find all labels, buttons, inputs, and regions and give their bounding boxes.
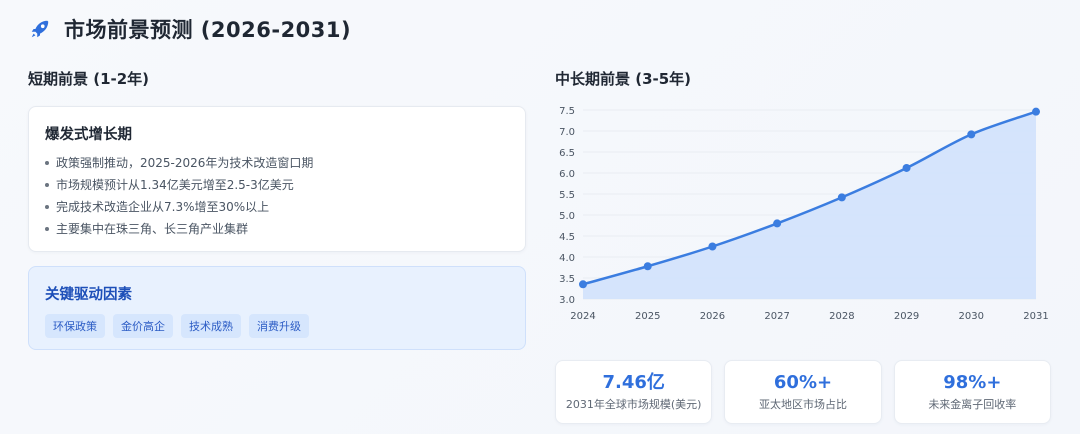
list-item: 市场规模预计从1.34亿美元增至2.5-3亿美元 (45, 174, 509, 196)
stat-card-apac-share: 60%+ 亚太地区市场占比 (724, 360, 882, 424)
long-term-section: 中长期前景 (3-5年) 3.0 3.5 4.0 4.5 5.0 5.5 6.0 6.5 7.0… (555, 66, 1051, 344)
driver-tag: 环保政策 (45, 314, 105, 338)
driver-tag: 金价高企 (113, 314, 173, 338)
short-term-section: 短期前景 (1-2年) 爆发式增长期 政策强制推动，2025-2026年为技术改… (28, 66, 526, 350)
list-item: 完成技术改造企业从7.3%增至30%以上 (45, 196, 509, 218)
x-tick-label: 2027 (764, 311, 789, 322)
x-tick-label: 2025 (635, 311, 660, 322)
x-tick-label: 2031 (1023, 311, 1048, 322)
y-tick-label: 3.0 (559, 295, 575, 306)
growth-card: 爆发式增长期 政策强制推动，2025-2026年为技术改造窗口期 市场规模预计从… (28, 106, 526, 252)
list-item: 政策强制推动，2025-2026年为技术改造窗口期 (45, 152, 509, 174)
x-tick-label: 2028 (829, 311, 854, 322)
data-point (643, 262, 652, 271)
stat-card-recovery-rate: 98%+ 未来金离子回收率 (893, 360, 1051, 424)
driver-tag: 消费升级 (249, 314, 309, 338)
data-point (708, 242, 717, 251)
y-tick-label: 3.5 (559, 274, 575, 285)
data-point (837, 193, 846, 202)
data-point (579, 280, 587, 289)
data-point (967, 130, 976, 139)
short-term-title: 短期前景 (1-2年) (28, 70, 150, 88)
data-point (902, 163, 911, 172)
list-item: 主要集中在珠三角、长三角产业集群 (45, 218, 509, 240)
growth-bullet-list: 政策强制推动，2025-2026年为技术改造窗口期 市场规模预计从1.34亿美元… (45, 152, 509, 240)
long-term-title: 中长期前景 (3-5年) (555, 70, 692, 88)
bullet-dot-icon (45, 183, 49, 187)
y-tick-label: 5.0 (559, 211, 575, 222)
bullet-dot-icon (45, 205, 49, 209)
series-area (583, 111, 1036, 300)
y-tick-label: 5.5 (559, 190, 575, 201)
data-point (1032, 107, 1040, 116)
y-tick-label: 7.5 (559, 106, 575, 117)
stat-value: 60%+ (773, 372, 833, 393)
y-tick-label: 4.0 (559, 253, 575, 264)
chart-svg: 3.0 3.5 4.0 4.5 5.0 5.5 6.0 6.5 7.0 7.5 2024 2025 20… (559, 106, 1049, 322)
stat-card-market-size: 7.46亿 2031年全球市场规模(美元) (555, 360, 713, 424)
stat-label: 未来金离子回收率 (928, 398, 1017, 411)
stat-label: 2031年全球市场规模(美元) (565, 398, 702, 411)
bullet-dot-icon (45, 227, 49, 231)
x-tick-label: 2024 (570, 311, 595, 322)
y-tick-label: 6.0 (559, 169, 575, 180)
driver-tag-list: 环保政策 金价高企 技术成熟 消费升级 (45, 314, 509, 338)
y-tick-label: 7.0 (559, 127, 575, 138)
y-tick-label: 4.5 (559, 232, 575, 243)
drivers-card-title: 关键驱动因素 (45, 287, 132, 303)
page-header: 市场前景预测 (2026-2031) (28, 14, 351, 44)
x-tick-label: 2029 (894, 311, 919, 322)
market-forecast-chart: 3.0 3.5 4.0 4.5 5.0 5.5 6.0 6.5 7.0 7.5 2024 2025 20… (555, 104, 1051, 344)
stat-value: 7.46亿 (602, 372, 665, 393)
stat-value: 98%+ (943, 372, 1002, 393)
data-point (773, 219, 782, 228)
drivers-card: 关键驱动因素 环保政策 金价高企 技术成熟 消费升级 (28, 266, 526, 350)
stats-row: 7.46亿 2031年全球市场规模(美元) 60%+ 亚太地区市场占比 98%+… (555, 360, 1051, 424)
y-tick-label: 6.5 (559, 148, 575, 159)
growth-card-title: 爆发式增长期 (45, 127, 132, 143)
page-title: 市场前景预测 (2026-2031) (64, 18, 352, 42)
x-tick-label: 2026 (700, 311, 725, 322)
rocket-icon (28, 17, 52, 41)
stat-label: 亚太地区市场占比 (758, 398, 847, 411)
bullet-dot-icon (45, 161, 49, 165)
x-tick-label: 2030 (959, 311, 984, 322)
driver-tag: 技术成熟 (181, 314, 241, 338)
